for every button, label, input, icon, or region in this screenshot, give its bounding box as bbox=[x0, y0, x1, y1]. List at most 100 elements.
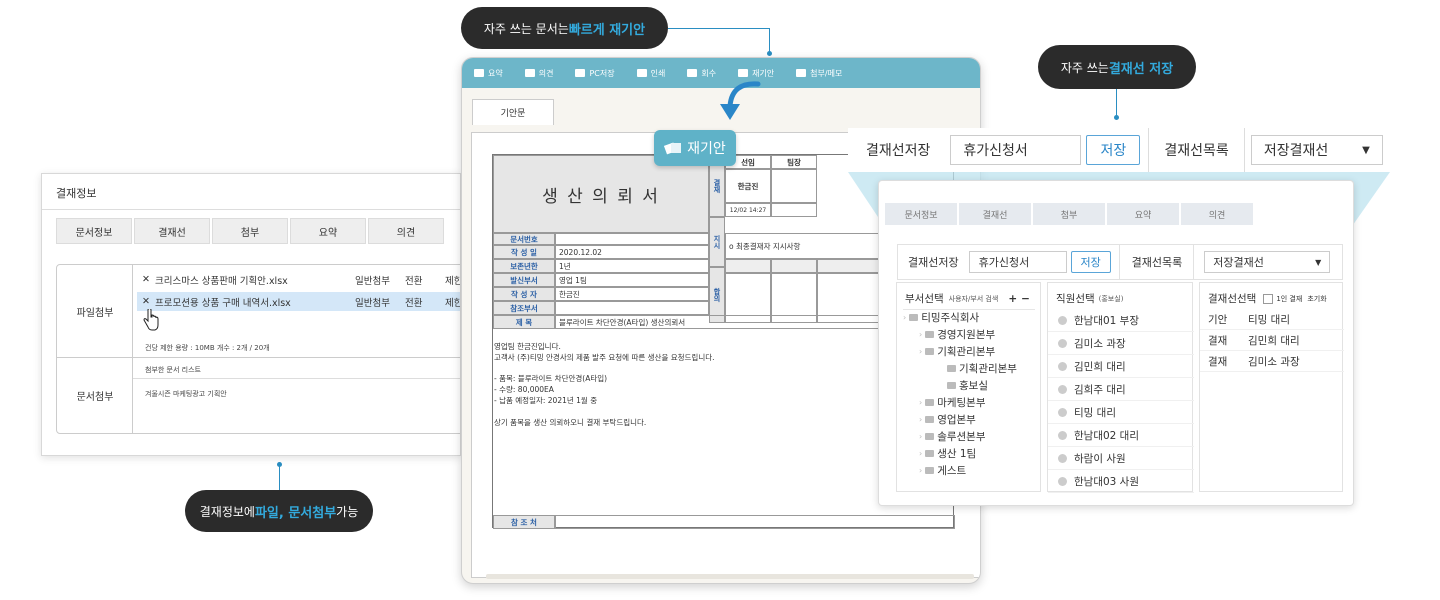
line-item[interactable]: 기안 티밍 대리 bbox=[1200, 309, 1344, 330]
tab-draft[interactable]: 기안문 bbox=[472, 99, 554, 125]
tree-item[interactable]: 홍보실 bbox=[903, 377, 1017, 394]
body-line: 고객사 (주)티밍 안경사의 제품 발주 요청에 따른 생산을 요청드립니다. bbox=[494, 352, 715, 362]
attached-doc-item[interactable]: 겨울시즌 마케팅광고 기획안 bbox=[145, 389, 227, 399]
dept-header: 부서선택 사용자/부서 검색 + − bbox=[905, 291, 1030, 306]
save-line-label: 결재선저장 bbox=[866, 143, 931, 159]
folder-icon bbox=[947, 365, 956, 372]
ref-value bbox=[555, 515, 955, 529]
tree-label: 경영지원본부 bbox=[937, 329, 996, 341]
document-icon bbox=[474, 69, 484, 77]
tree-item[interactable]: › 마케팅본부 bbox=[903, 394, 1017, 411]
user-icon bbox=[1058, 361, 1067, 371]
tab-approval-line[interactable]: 결재선 bbox=[959, 203, 1031, 225]
staff-item[interactable]: 김미소 과장 bbox=[1048, 332, 1194, 355]
form-title: 생 산 의 뢰 서 bbox=[493, 155, 709, 233]
line-role: 기안 bbox=[1208, 313, 1228, 326]
convert-link[interactable]: 전환 bbox=[405, 295, 445, 309]
file-type: 일반첨부 bbox=[355, 275, 390, 287]
line-list: 기안 티밍 대리 결재 김민희 대리 결재 김미소 과장 bbox=[1200, 309, 1344, 372]
toolbar-pc-save[interactable]: PC저장 bbox=[575, 68, 615, 79]
staff-name: 한남대03 사원 bbox=[1074, 475, 1139, 488]
line-item[interactable]: 결재 김미소 과장 bbox=[1200, 351, 1344, 372]
tree-item[interactable]: › 솔루션본부 bbox=[903, 428, 1017, 445]
tree-label: 게스트 bbox=[937, 465, 967, 477]
tab-doc-info[interactable]: 문서정보 bbox=[56, 218, 132, 244]
divider bbox=[133, 378, 460, 379]
remove-icon[interactable]: − bbox=[1021, 293, 1030, 305]
dept-tree: › 티밍주식회사 › 경영지원본부 › 기획관리본부 기획관리본부 홍보실 › 마케팅본… bbox=[903, 309, 1017, 479]
toolbar-withdraw[interactable]: 회수 bbox=[687, 68, 716, 79]
folder-icon bbox=[925, 331, 935, 338]
remove-icon[interactable]: ✕ bbox=[137, 296, 155, 307]
hand-cursor-icon bbox=[143, 309, 159, 331]
line-item[interactable]: 결재 김민희 대리 bbox=[1200, 330, 1344, 351]
remove-icon[interactable]: ✕ bbox=[137, 274, 155, 285]
sign-cell bbox=[771, 169, 817, 203]
tab-opinion[interactable]: 의견 bbox=[368, 218, 444, 244]
saved-line-select[interactable]: 저장결재선 ▼ bbox=[1204, 251, 1331, 273]
tree-item[interactable]: 기획관리본부 bbox=[903, 360, 1017, 377]
search-link[interactable]: 사용자/부서 검색 bbox=[949, 294, 999, 304]
staff-item[interactable]: 김희주 대리 bbox=[1048, 378, 1194, 401]
tab-opinion[interactable]: 의견 bbox=[1181, 203, 1253, 225]
toolbar-attach-memo[interactable]: 첨부/메모 bbox=[796, 68, 842, 79]
attached-file-row[interactable]: ✕ 크리스마스 상품판매 기획안.xlsx 일반첨부 전환 제한 bbox=[137, 270, 460, 289]
staff-item[interactable]: 한남대03 사원 bbox=[1048, 470, 1194, 493]
callout-save-prefix: 자주 쓰는 bbox=[1060, 60, 1109, 75]
row-value: 2020.12.02 bbox=[555, 245, 709, 259]
line-name-input[interactable]: 휴가신청서 bbox=[968, 251, 1067, 273]
user-icon bbox=[1058, 384, 1067, 394]
staff-item[interactable]: 티밍 대리 bbox=[1048, 401, 1194, 424]
line-name-input[interactable]: 휴가신청서 bbox=[950, 135, 1082, 165]
convert-link[interactable]: 전환 bbox=[405, 273, 445, 287]
body-line: - 납품 예정일자: 2021년 1월 중 bbox=[494, 395, 598, 405]
tab-doc-info[interactable]: 문서정보 bbox=[885, 203, 957, 225]
tab-attach[interactable]: 첨부 bbox=[1033, 203, 1105, 225]
staff-item[interactable]: 김민희 대리 bbox=[1048, 355, 1194, 378]
staff-item[interactable]: 하람이 사원 bbox=[1048, 447, 1194, 470]
toolbar-opinion[interactable]: 의견 bbox=[524, 68, 553, 79]
toolbar-reissue[interactable]: 재기안 bbox=[738, 68, 774, 79]
tab-summary[interactable]: 요약 bbox=[1107, 203, 1179, 225]
row-label: 작 성 자 bbox=[493, 287, 555, 301]
callout-save: 자주 쓰는 결재선 저장 bbox=[1038, 45, 1196, 89]
approver-name: 한금진 bbox=[725, 169, 771, 203]
tree-item[interactable]: › 기획관리본부 bbox=[903, 343, 1017, 360]
tree-item[interactable]: › 생산 1팀 bbox=[903, 445, 1017, 462]
toolbar-summary[interactable]: 요약 bbox=[474, 68, 503, 79]
reset-link[interactable]: 초기화 bbox=[1307, 294, 1326, 304]
divider bbox=[1148, 128, 1150, 172]
file-name: 크리스마스 상품판매 기획안.xlsx bbox=[155, 275, 288, 287]
tree-item[interactable]: › 티밍주식회사 bbox=[903, 309, 1017, 326]
user-icon bbox=[1058, 430, 1067, 440]
tree-item[interactable]: › 영업본부 bbox=[903, 411, 1017, 428]
save-button[interactable]: 저장 bbox=[1070, 251, 1111, 273]
approval-info-panel: 결재정보 문서정보 결재선 첨부 요약 의견 파일첨부 ✕ 크리스마스 상품판매… bbox=[41, 173, 461, 456]
refresh-icon bbox=[687, 69, 698, 77]
row-value: 1년 bbox=[555, 259, 709, 273]
scrollbar[interactable] bbox=[486, 574, 974, 579]
toolbar-label: 인쇄 bbox=[650, 68, 666, 78]
dept-column: 부서선택 사용자/부서 검색 + − › 티밍주식회사 › 경영지원본부 › 기획관리… bbox=[896, 282, 1041, 492]
staff-item[interactable]: 한남대01 부장 bbox=[1048, 309, 1194, 332]
tab-summary[interactable]: 요약 bbox=[290, 218, 366, 244]
attached-file-row[interactable]: ✕ 프로모션용 상품 구매 내역서.xlsx 일반첨부 전환 제한 bbox=[137, 292, 460, 311]
user-icon bbox=[1058, 476, 1067, 486]
directive-label: 지시 bbox=[709, 217, 725, 267]
select-value: 저장결재선 bbox=[1213, 256, 1264, 269]
user-icon bbox=[1058, 407, 1067, 417]
add-icon[interactable]: + bbox=[1008, 293, 1017, 305]
save-button[interactable]: 저장 bbox=[1086, 135, 1141, 165]
single-approval-checkbox[interactable] bbox=[1263, 293, 1274, 304]
divider bbox=[42, 209, 460, 210]
toolbar-print[interactable]: 인쇄 bbox=[636, 68, 666, 79]
tab-approval-line[interactable]: 결재선 bbox=[134, 218, 210, 244]
tree-item[interactable]: › 게스트 bbox=[903, 462, 1017, 479]
caret-icon: › bbox=[919, 466, 923, 475]
line-name: 김미소 과장 bbox=[1248, 355, 1300, 368]
staff-title: 직원선택 bbox=[1056, 293, 1095, 305]
tab-attach[interactable]: 첨부 bbox=[212, 218, 288, 244]
saved-line-select[interactable]: 저장결재선 ▼ bbox=[1250, 135, 1383, 165]
staff-item[interactable]: 한남대02 대리 bbox=[1048, 424, 1194, 447]
tree-item[interactable]: › 경영지원본부 bbox=[903, 326, 1017, 343]
